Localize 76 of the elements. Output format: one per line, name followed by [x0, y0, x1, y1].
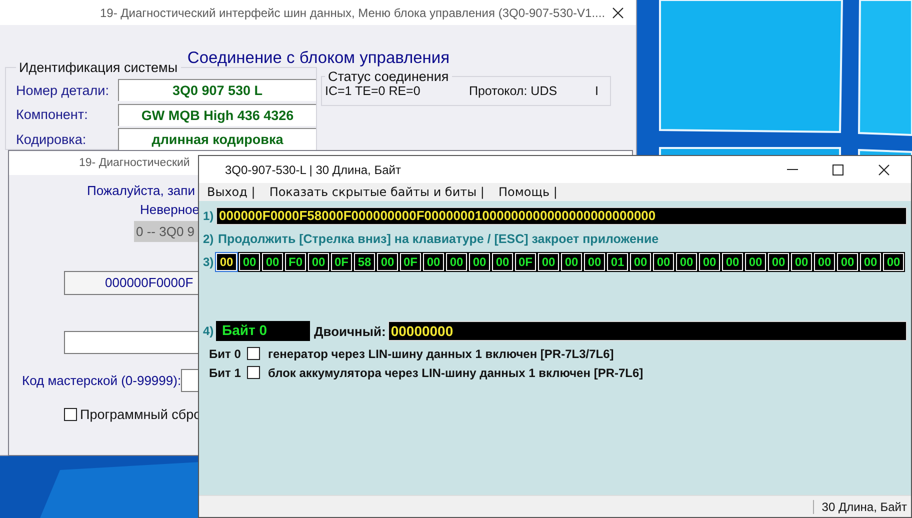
byte-field[interactable]: 00	[883, 253, 904, 271]
close-icon	[878, 164, 890, 176]
byte-field[interactable]: 01	[607, 253, 628, 271]
byte-field[interactable]: 00	[630, 253, 651, 271]
byte-field[interactable]: 00	[308, 253, 329, 271]
byte-field[interactable]: 00	[216, 253, 237, 271]
instruction-text: Продолжить [Стрелка вниз] на клавиатуре / [ESC] закроет приложение	[218, 232, 659, 246]
coding-field[interactable]: 000000F0000F	[64, 271, 199, 295]
field-label: Код мастерской (0-99999):	[22, 373, 182, 388]
field-label: Кодировка:	[16, 132, 88, 147]
byte-field[interactable]: 00	[699, 253, 720, 271]
dropdown-field[interactable]: 0 -- 3Q0 9	[134, 221, 199, 242]
bit-description: генератор через LIN-шину данных 1 включен [PR-7L3/7L6]	[268, 346, 614, 360]
minimize-icon	[786, 169, 798, 170]
binary-field[interactable]: 00000000	[388, 321, 907, 341]
byte-field[interactable]: 00	[262, 253, 283, 271]
byte-field[interactable]: 00	[768, 253, 789, 271]
section-heading: Соединение с блоком управления	[186, 49, 451, 68]
byte-field[interactable]: 00	[446, 253, 467, 271]
checkbox[interactable]	[247, 366, 260, 379]
checkbox[interactable]	[64, 408, 77, 421]
input-field[interactable]	[64, 331, 199, 354]
instruction-text: Пожалуйста, запи	[87, 183, 195, 198]
byte-field[interactable]: 00	[377, 253, 398, 271]
bit-description: блок аккумулятора через LIN-шину данных 1 включен [PR-7L6]	[268, 366, 644, 380]
row-number: 2)	[203, 232, 215, 246]
row-number: 4)	[203, 324, 215, 338]
byte-field[interactable]: 00	[745, 253, 766, 271]
window-title: 3Q0-907-530-L | 30 Длина, Байт	[225, 162, 401, 176]
value-field: GW MQB High 436 4326	[118, 104, 316, 126]
window-title: 19- Диагностический интерфейс шин данных, Меню блока управления (3Q0-907-530-V1....	[100, 6, 606, 20]
field-label: Двоичный:	[314, 324, 386, 338]
close-icon	[612, 6, 624, 18]
menu-item[interactable]: Показать скрытые байты и биты |	[269, 185, 484, 199]
byte-field[interactable]: 00	[837, 253, 858, 271]
group-title: Идентификация системы	[18, 60, 179, 75]
byte-field[interactable]: F0	[285, 253, 306, 271]
maximize-icon	[832, 164, 844, 176]
workshop-code-field[interactable]	[181, 369, 198, 392]
value-field: длинная кодировка	[118, 128, 316, 150]
menu-item[interactable]: Выход |	[207, 185, 256, 199]
byte-field[interactable]: 0F	[515, 253, 536, 271]
group-title: Статус соединения	[327, 69, 450, 84]
value-field: 3Q0 907 530 L	[118, 79, 316, 102]
status-text: IC=1 TE=0 RE=0	[325, 84, 422, 98]
warning-text: Неверное	[140, 202, 200, 217]
row-number: 3)	[203, 255, 215, 269]
byte-field[interactable]: 00	[469, 253, 490, 271]
byte-field[interactable]: 00	[584, 253, 605, 271]
row-number: 1)	[203, 209, 215, 223]
field-label: Номер детали:	[16, 82, 110, 98]
byte-field[interactable]: 0F	[400, 253, 421, 271]
byte-field[interactable]: 00	[239, 253, 260, 271]
protocol-text: Протокол: UDS	[469, 84, 558, 98]
byte-field[interactable]: 00	[676, 253, 697, 271]
byte-field[interactable]: 00	[860, 253, 881, 271]
status-indicator: I	[595, 84, 598, 98]
byte-field[interactable]: 00	[538, 253, 559, 271]
checkbox[interactable]	[247, 347, 260, 360]
hex-string-field[interactable]: 000000F0000F58000F000000000F00000001000000000000000000000000	[216, 207, 907, 225]
byte-field[interactable]: 00	[492, 253, 513, 271]
bit-label: Бит 0	[209, 346, 242, 360]
byte-field[interactable]: 0F	[331, 253, 352, 271]
menu-item[interactable]: Помощь |	[498, 185, 558, 199]
byte-field[interactable]: 00	[561, 253, 582, 271]
byte-field[interactable]: 00	[791, 253, 812, 271]
bit-label: Бит 1	[209, 366, 242, 380]
byte-field[interactable]: 00	[653, 253, 674, 271]
status-text: 30 Длина, Байт	[812, 500, 911, 514]
field-label: Компонент:	[16, 107, 89, 122]
window-title: 19- Диагностический	[79, 157, 190, 169]
byte-field[interactable]: 00	[814, 253, 835, 271]
byte-name-field: Байт 0	[216, 321, 310, 341]
byte-field[interactable]: 00	[423, 253, 444, 271]
byte-field[interactable]: 00	[722, 253, 743, 271]
byte-field[interactable]: 58	[354, 253, 375, 271]
